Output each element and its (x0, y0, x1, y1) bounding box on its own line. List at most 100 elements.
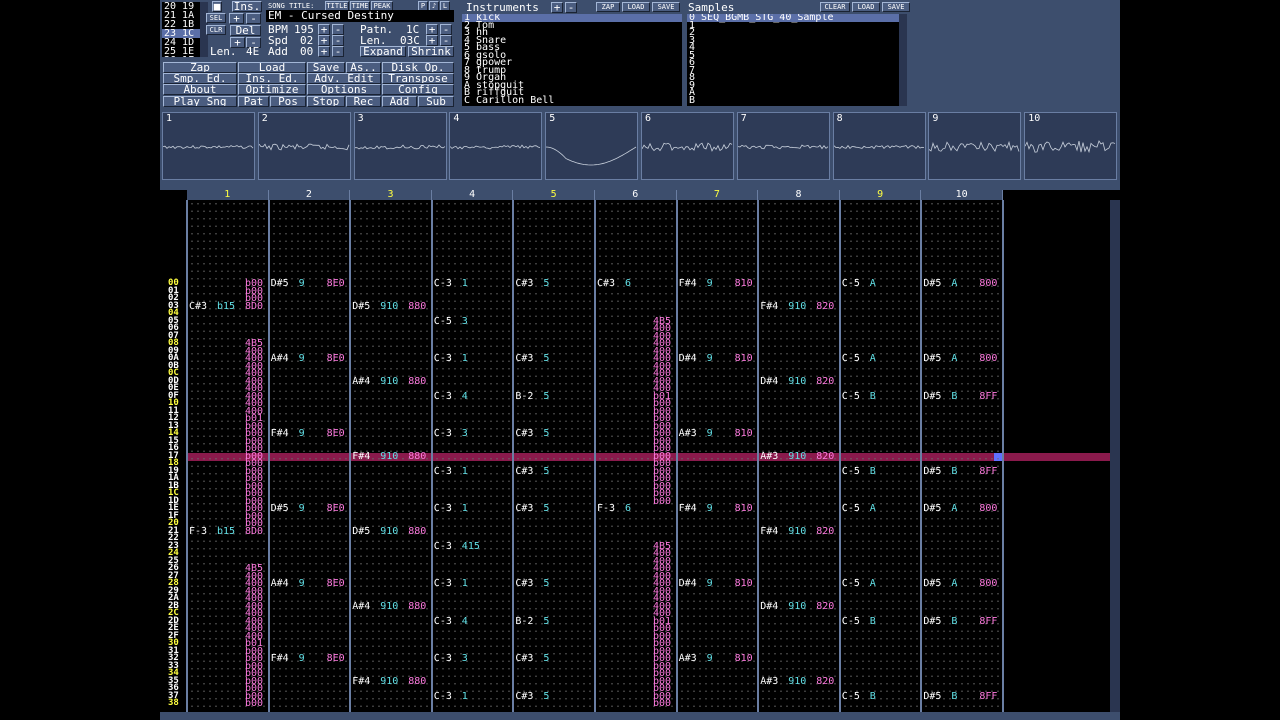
note-cell[interactable]: A#3 (679, 654, 697, 663)
effect-cell[interactable]: b00 (245, 699, 263, 708)
note-cell[interactable]: C-3 (434, 466, 452, 475)
instrument-cell[interactable]: 9 (299, 429, 305, 438)
note-cell[interactable]: C-5 (842, 391, 860, 400)
instrument-cell[interactable]: 1 (462, 279, 468, 288)
pattern-channel-scrollbar[interactable] (160, 182, 1120, 190)
stop-button[interactable]: Stop (307, 96, 345, 107)
speed-down-button[interactable]: - (332, 35, 344, 46)
effect-cell[interactable]: 8FF (979, 391, 997, 400)
pattern-length-up[interactable]: + (426, 35, 438, 46)
note-cell[interactable]: A#3 (679, 429, 697, 438)
pattern-length-down[interactable]: - (440, 35, 452, 46)
instrument-cell[interactable]: 9 (299, 279, 305, 288)
instrument-cell[interactable]: A (870, 354, 876, 363)
sample-list-item[interactable]: B (687, 95, 907, 104)
effect-cell[interactable]: 8E0 (327, 654, 345, 663)
instrument-cell[interactable]: A (951, 279, 957, 288)
order-minus-button[interactable]: - (246, 13, 261, 24)
note-cell[interactable]: D#5 (923, 279, 941, 288)
instrument-cell[interactable]: A (951, 354, 957, 363)
sample-list-item[interactable]: 8 (687, 73, 907, 82)
pattern-number-up[interactable]: + (426, 24, 438, 35)
note-cell[interactable]: C#3 (515, 466, 533, 475)
note-cell[interactable]: F#4 (271, 654, 289, 663)
order-delete-button[interactable]: Del (230, 25, 261, 36)
channel-scope[interactable]: 3 (353, 112, 447, 180)
instrument-cell[interactable]: 1 (462, 354, 468, 363)
channel-header-5[interactable]: 5 (513, 190, 595, 200)
save-button[interactable]: Save (307, 62, 345, 73)
note-cell[interactable]: C-5 (842, 504, 860, 513)
transpose-button[interactable]: Transpose (382, 73, 454, 84)
instrument-cell[interactable]: 910 (380, 526, 398, 535)
note-cell[interactable]: D#5 (923, 616, 941, 625)
sample-list-item[interactable]: 0 SEQ_BGMB_STG_40_Sample (687, 14, 907, 22)
channel-header-2[interactable]: 2 (268, 190, 351, 200)
effect-cell[interactable]: b00 (653, 699, 671, 708)
instrument-cell[interactable]: 910 (788, 601, 806, 610)
effect-cell[interactable]: 800 (979, 504, 997, 513)
instrument-cell[interactable]: 1 (462, 504, 468, 513)
play-position-button[interactable]: Pos (270, 96, 306, 107)
note-cell[interactable]: D#5 (352, 301, 370, 310)
effect-cell[interactable]: 810 (735, 654, 753, 663)
zap-button[interactable]: Zap (163, 62, 237, 73)
note-cell[interactable]: C#3 (515, 691, 533, 700)
note-cell[interactable]: F#4 (679, 279, 697, 288)
sample-save-button[interactable]: SAVE (882, 2, 910, 12)
effect-cell[interactable]: 820 (816, 526, 834, 535)
song-title-field[interactable]: EM - Cursed Destiny (266, 10, 454, 22)
instrument-cell[interactable]: 9 (707, 579, 713, 588)
instrument-cell[interactable]: B (951, 616, 957, 625)
order-clear-button[interactable]: CLR (206, 25, 226, 35)
add-down-button[interactable]: - (332, 46, 344, 57)
sample-list-item[interactable]: 5 (687, 50, 907, 59)
record-button[interactable]: Rec (346, 96, 381, 107)
note-cell[interactable]: C-5 (842, 616, 860, 625)
note-cell[interactable]: D#5 (271, 279, 289, 288)
effect-cell[interactable]: 810 (735, 504, 753, 513)
channel-scope[interactable]: 7 (736, 112, 830, 180)
note-cell[interactable]: C-3 (434, 391, 452, 400)
note-cell[interactable]: C-5 (842, 466, 860, 475)
order-plus-button[interactable]: + (229, 13, 244, 24)
instrument-cell[interactable]: 9 (299, 504, 305, 513)
instrument-cell[interactable]: 4 (462, 616, 468, 625)
sample-editor-button[interactable]: Smp. Ed. (163, 73, 237, 84)
channel-scope[interactable]: 10 (1024, 112, 1118, 180)
note-cell[interactable]: A#3 (760, 451, 778, 460)
note-cell[interactable]: C-3 (434, 504, 452, 513)
note-cell[interactable]: F#4 (352, 451, 370, 460)
note-cell[interactable]: C#3 (597, 279, 615, 288)
instrument-cell[interactable]: 5 (543, 391, 549, 400)
note-cell[interactable]: A#4 (352, 376, 370, 385)
sample-list-item[interactable]: 3 (687, 35, 907, 44)
options-button[interactable]: Options (307, 84, 381, 95)
instrument-cell[interactable]: 910 (380, 451, 398, 460)
note-cell[interactable]: A#4 (352, 601, 370, 610)
note-cell[interactable]: A#4 (271, 579, 289, 588)
instrument-cell[interactable]: 1 (462, 466, 468, 475)
effect-cell[interactable]: 810 (735, 579, 753, 588)
channel-scope[interactable]: 4 (449, 112, 543, 180)
effect-cell[interactable]: 8FF (979, 466, 997, 475)
instrument-cell[interactable]: 5 (543, 466, 549, 475)
note-cell[interactable]: F#4 (352, 676, 370, 685)
effect-cell[interactable]: 8E0 (327, 579, 345, 588)
expand-button[interactable]: Expand (360, 46, 406, 57)
note-cell[interactable]: F-3 (189, 526, 207, 535)
instrument-cell[interactable]: B (951, 691, 957, 700)
note-cell[interactable]: D#5 (923, 691, 941, 700)
channel-header-7[interactable]: 7 (676, 190, 759, 200)
effect-cell[interactable]: 800 (979, 579, 997, 588)
sample-list-item[interactable]: 4 (687, 43, 907, 52)
instrument-cell[interactable]: b15 (217, 301, 235, 310)
effect-cell[interactable]: 8FF (979, 691, 997, 700)
effect-cell[interactable]: 880 (408, 676, 426, 685)
effect-cell[interactable]: 8E0 (327, 504, 345, 513)
instrument-cell[interactable]: 3 (462, 654, 468, 663)
instrument-cell[interactable]: 9 (707, 504, 713, 513)
instrument-cell[interactable]: 9 (707, 354, 713, 363)
pattern-vertical-scrollbar[interactable] (1110, 200, 1120, 712)
instrument-cell[interactable]: 3 (462, 429, 468, 438)
